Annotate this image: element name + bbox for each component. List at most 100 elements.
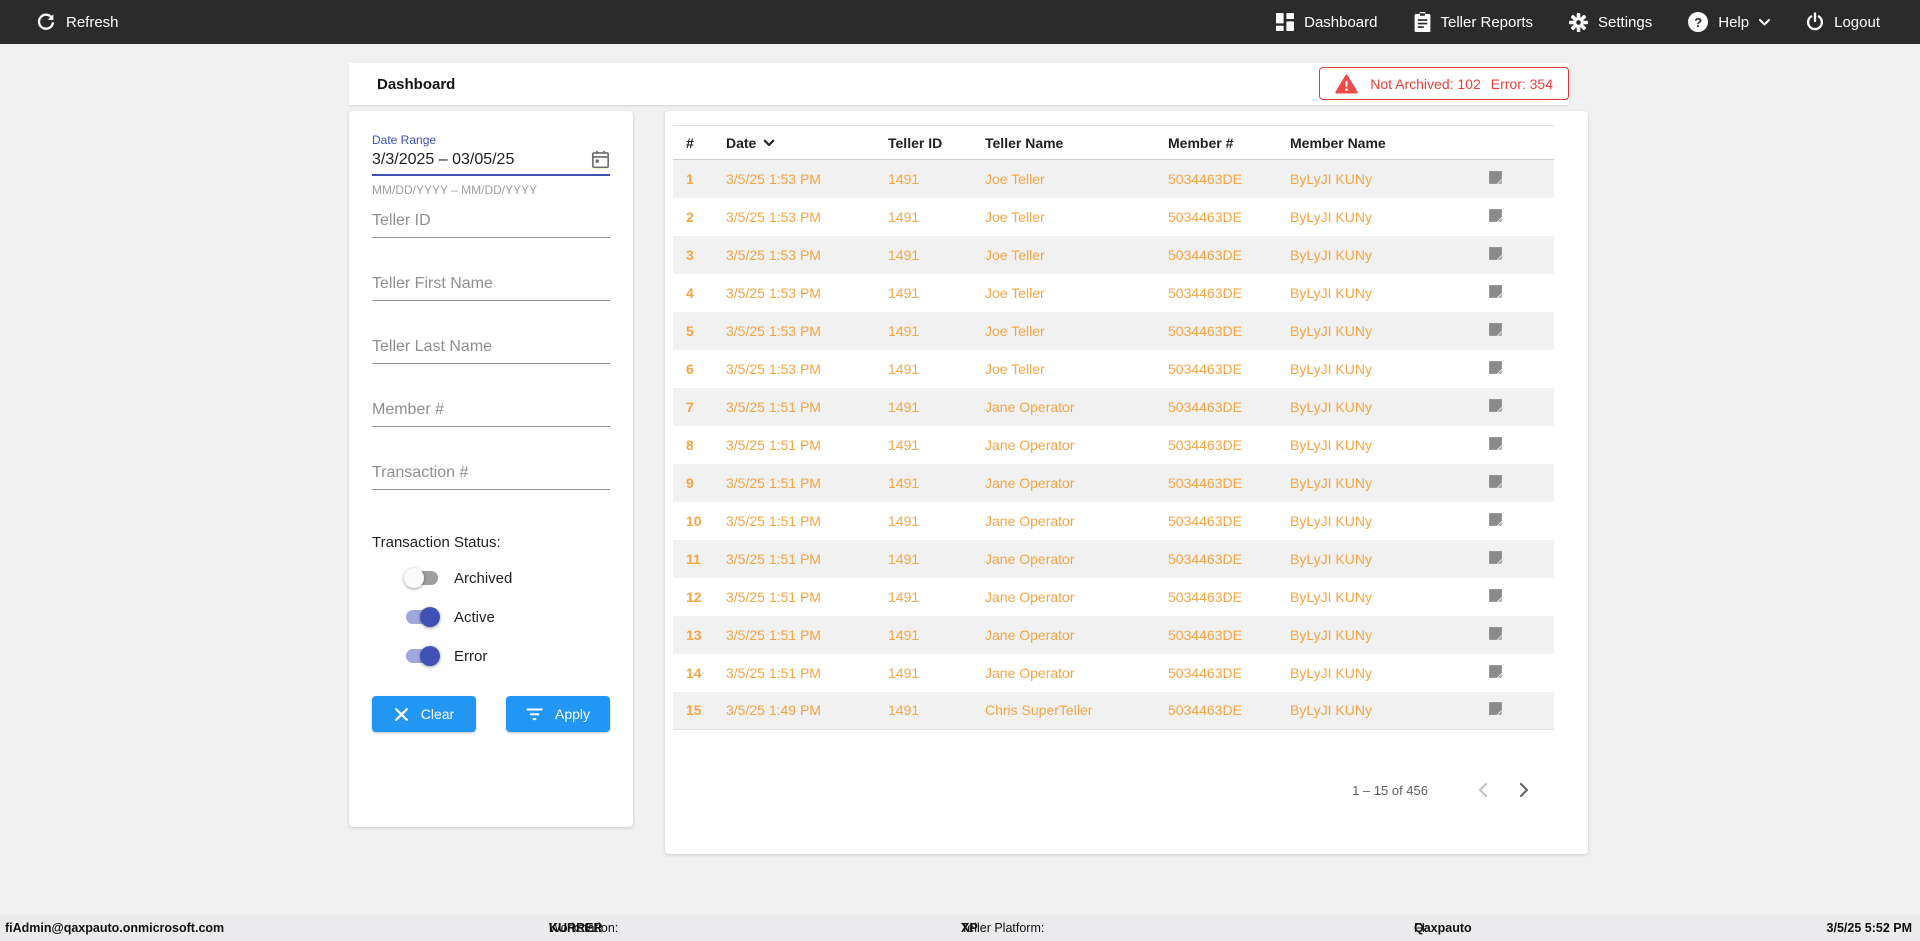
cell-member-name: ByLyJI KUNy <box>1277 350 1447 388</box>
cell-member-name: ByLyJI KUNy <box>1277 198 1447 236</box>
cell-date: 3/5/25 1:53 PM <box>713 160 875 198</box>
cell-teller-id: 1491 <box>875 274 972 312</box>
cell-teller-id: 1491 <box>875 540 972 578</box>
toggle-label: Archived <box>454 570 512 587</box>
table-row[interactable]: 33/5/25 1:53 PM1491Joe Teller5034463DEBy… <box>673 236 1554 274</box>
toggle-label: Error <box>454 648 487 665</box>
filter-input-teller-first-name[interactable] <box>372 275 610 293</box>
nav-item-teller-reports[interactable]: Teller Reports <box>1414 12 1534 32</box>
calendar-icon[interactable] <box>591 150 610 169</box>
cell-member-num: 5034463DE <box>1155 160 1277 198</box>
cell-member-name: ByLyJI KUNy <box>1277 578 1447 616</box>
cell-member-name: ByLyJI KUNy <box>1277 388 1447 426</box>
note-icon[interactable] <box>1487 207 1504 224</box>
table-row[interactable]: 153/5/25 1:49 PM1491Chris SuperTeller503… <box>673 692 1554 730</box>
toggle-active[interactable] <box>404 607 440 627</box>
cell-member-name: ByLyJI KUNy <box>1277 312 1447 350</box>
current-datetime: 3/5/25 5:52 PM <box>1827 921 1912 935</box>
table-row[interactable]: 103/5/25 1:51 PM1491Jane Operator5034463… <box>673 502 1554 540</box>
nav-item-dashboard[interactable]: Dashboard <box>1276 13 1377 31</box>
note-icon[interactable] <box>1487 245 1504 262</box>
cell-date: 3/5/25 1:53 PM <box>713 236 875 274</box>
table-row[interactable]: 93/5/25 1:51 PM1491Jane Operator5034463D… <box>673 464 1554 502</box>
cell-num: 15 <box>673 692 713 730</box>
filter-panel: Date Range MM/DD/YYYY – MM/DD/YYYY Trans… <box>349 111 633 827</box>
chevron-right-icon[interactable] <box>1510 776 1538 804</box>
toggle-knob <box>420 646 440 666</box>
cell-member-num: 5034463DE <box>1155 502 1277 540</box>
col-header-actions <box>1447 126 1554 160</box>
clear-button[interactable]: Clear <box>372 696 476 732</box>
cell-member-num: 5034463DE <box>1155 426 1277 464</box>
col-header-num[interactable]: # <box>673 126 713 160</box>
table-row[interactable]: 53/5/25 1:53 PM1491Joe Teller5034463DEBy… <box>673 312 1554 350</box>
note-icon[interactable] <box>1487 321 1504 338</box>
table-row[interactable]: 83/5/25 1:51 PM1491Jane Operator5034463D… <box>673 426 1554 464</box>
cell-member-name: ByLyJI KUNy <box>1277 160 1447 198</box>
cell-num: 1 <box>673 160 713 198</box>
col-header-teller-id[interactable]: Teller ID <box>875 126 972 160</box>
table-row[interactable]: 43/5/25 1:53 PM1491Joe Teller5034463DEBy… <box>673 274 1554 312</box>
cell-num: 6 <box>673 350 713 388</box>
cell-member-num: 5034463DE <box>1155 388 1277 426</box>
cell-teller-id: 1491 <box>875 160 972 198</box>
nav-item-help[interactable]: ? Help <box>1688 12 1770 32</box>
cell-teller-id: 1491 <box>875 312 972 350</box>
cell-member-name: ByLyJI KUNy <box>1277 616 1447 654</box>
note-icon[interactable] <box>1487 587 1504 604</box>
nav-item-settings[interactable]: Settings <box>1569 13 1652 32</box>
note-icon[interactable] <box>1487 283 1504 300</box>
table-row[interactable]: 123/5/25 1:51 PM1491Jane Operator5034463… <box>673 578 1554 616</box>
chevron-down-icon <box>1759 19 1770 26</box>
note-icon[interactable] <box>1487 511 1504 528</box>
note-icon[interactable] <box>1487 435 1504 452</box>
note-icon[interactable] <box>1487 169 1504 186</box>
filter-input-teller-last-name[interactable] <box>372 338 610 356</box>
col-header-member-num[interactable]: Member # <box>1155 126 1277 160</box>
pagination-range: 1 – 15 of 456 <box>1352 783 1428 798</box>
table-row[interactable]: 133/5/25 1:51 PM1491Jane Operator5034463… <box>673 616 1554 654</box>
clipboard-icon <box>1414 12 1431 32</box>
col-header-member-name[interactable]: Member Name <box>1277 126 1447 160</box>
cell-member-num: 5034463DE <box>1155 198 1277 236</box>
table-row[interactable]: 113/5/25 1:51 PM1491Jane Operator5034463… <box>673 540 1554 578</box>
toggle-knob <box>404 568 424 588</box>
note-icon[interactable] <box>1487 700 1504 717</box>
nav-label: Help <box>1718 14 1749 31</box>
filter-input-teller-id[interactable] <box>372 212 610 230</box>
note-icon[interactable] <box>1487 549 1504 566</box>
table-row[interactable]: 143/5/25 1:51 PM1491Jane Operator5034463… <box>673 654 1554 692</box>
col-header-teller-name[interactable]: Teller Name <box>972 126 1155 160</box>
cell-note <box>1447 274 1554 312</box>
toggle-error[interactable] <box>404 646 440 666</box>
filter-input-transaction[interactable] <box>372 464 610 482</box>
apply-button[interactable]: Apply <box>506 696 610 732</box>
note-icon[interactable] <box>1487 359 1504 376</box>
filter-input-member[interactable] <box>372 401 610 419</box>
nav-item-logout[interactable]: Logout <box>1806 12 1880 32</box>
not-archived-count: Not Archived: 102 <box>1370 76 1481 92</box>
status-alert-badge: Not Archived: 102 Error: 354 <box>1319 67 1569 100</box>
power-icon <box>1806 12 1824 32</box>
toggle-archived[interactable] <box>404 568 440 588</box>
toggle-knob <box>420 607 440 627</box>
cell-note <box>1447 540 1554 578</box>
chevron-left-icon[interactable] <box>1468 776 1496 804</box>
help-icon: ? <box>1688 12 1708 32</box>
table-row[interactable]: 23/5/25 1:53 PM1491Joe Teller5034463DEBy… <box>673 198 1554 236</box>
table-row[interactable]: 63/5/25 1:53 PM1491Joe Teller5034463DEBy… <box>673 350 1554 388</box>
cell-teller-id: 1491 <box>875 502 972 540</box>
table-row[interactable]: 73/5/25 1:51 PM1491Jane Operator5034463D… <box>673 388 1554 426</box>
cell-num: 7 <box>673 388 713 426</box>
date-range-input[interactable] <box>372 151 591 169</box>
col-header-date[interactable]: Date <box>713 126 875 160</box>
note-icon[interactable] <box>1487 397 1504 414</box>
cell-date: 3/5/25 1:51 PM <box>713 464 875 502</box>
cell-note <box>1447 654 1554 692</box>
note-icon[interactable] <box>1487 663 1504 680</box>
note-icon[interactable] <box>1487 625 1504 642</box>
note-icon[interactable] <box>1487 473 1504 490</box>
refresh-button[interactable]: Refresh <box>36 12 119 32</box>
cell-note <box>1447 464 1554 502</box>
table-row[interactable]: 13/5/25 1:53 PM1491Joe Teller5034463DEBy… <box>673 160 1554 198</box>
